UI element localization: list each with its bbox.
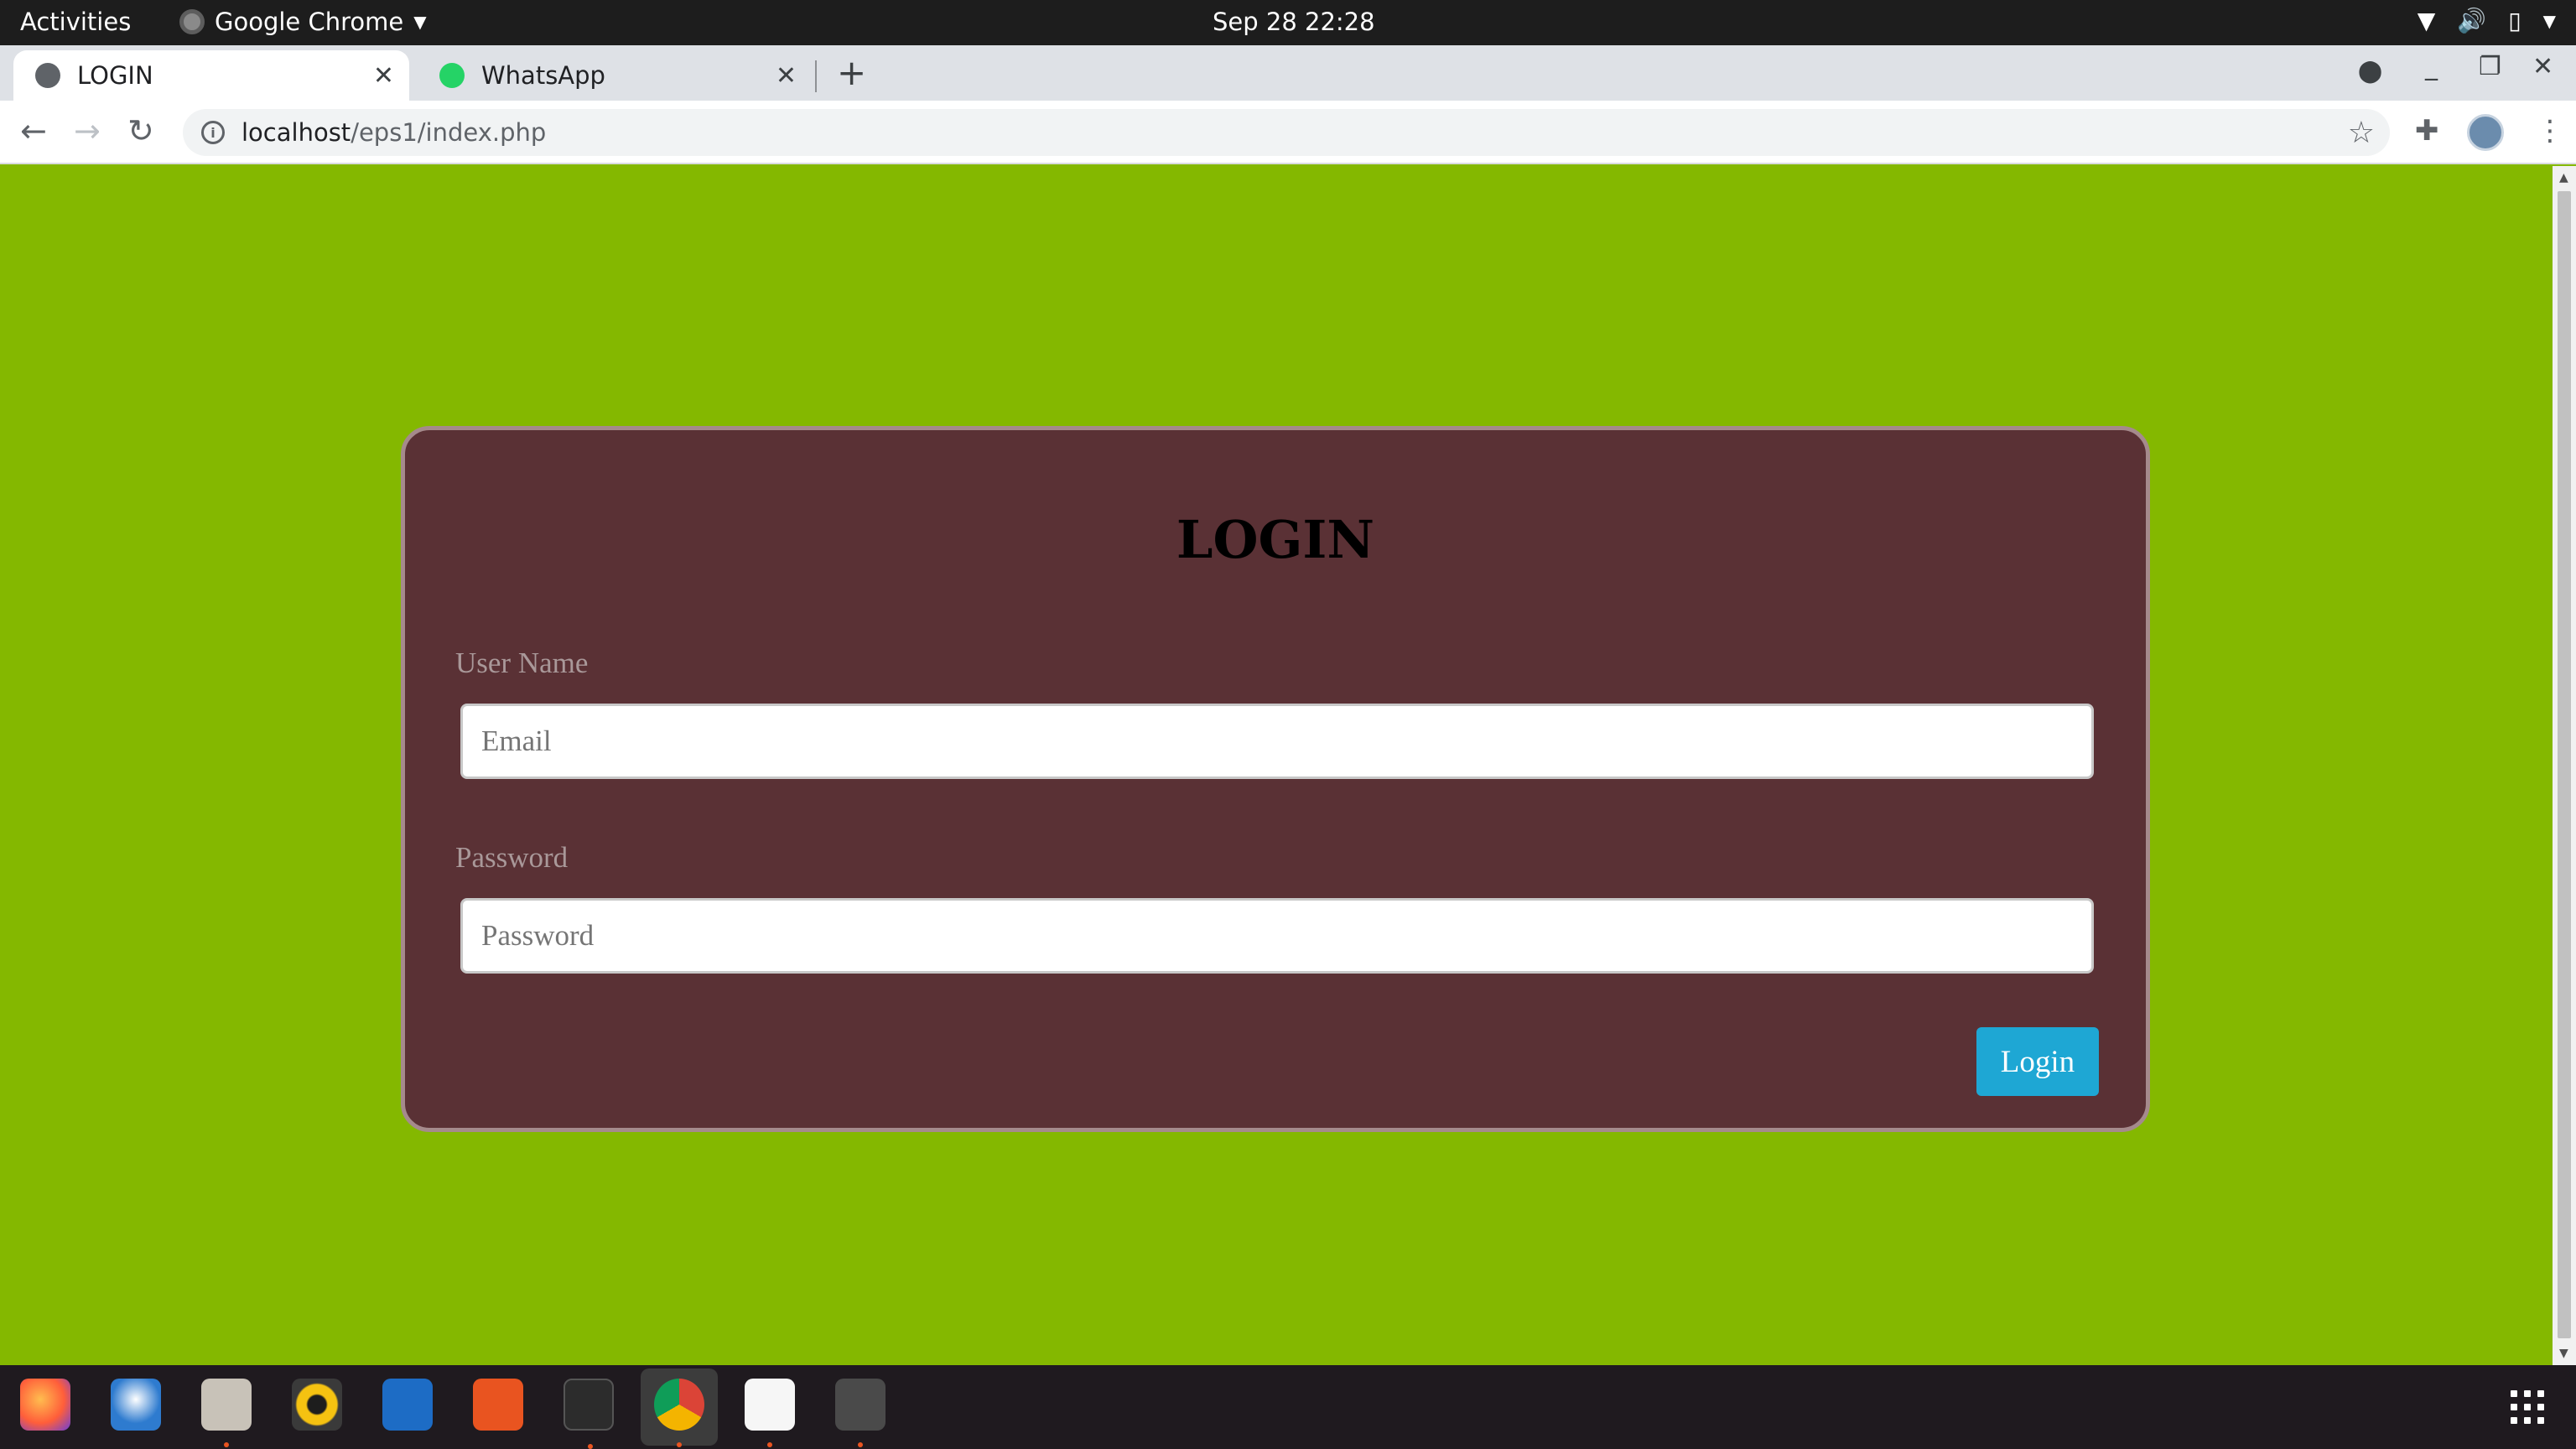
chrome-app-icon — [179, 9, 205, 34]
tab-title: LOGIN — [77, 61, 153, 90]
terminal-icon[interactable] — [564, 1379, 614, 1449]
writer-icon[interactable] — [382, 1379, 433, 1431]
username-label: User Name — [455, 647, 589, 679]
address-bar[interactable]: i localhost/eps1/index.php ☆ — [183, 109, 2390, 156]
password-label: Password — [455, 841, 569, 874]
profile-avatar[interactable] — [2467, 114, 2504, 151]
url-host: localhost — [242, 118, 351, 147]
tab-separator — [815, 60, 817, 92]
login-button[interactable]: Login — [1976, 1027, 2099, 1096]
chevron-down-icon: ▼ — [2542, 10, 2556, 31]
forward-icon[interactable]: → — [74, 112, 101, 149]
tab-login[interactable]: LOGIN ✕ — [13, 50, 409, 101]
tab-search-icon[interactable]: ⬤ — [2358, 59, 2382, 84]
email-placeholder: Email — [481, 724, 552, 757]
system-top-bar: Activities Google Chrome ▼ Sep 28 22:28 … — [0, 0, 2576, 45]
chevron-down-icon: ▼ — [413, 12, 427, 32]
software-icon[interactable] — [473, 1379, 523, 1431]
scrollbar-thumb[interactable] — [2558, 191, 2571, 1338]
menu-kebab-icon[interactable]: ⋮ — [2536, 114, 2564, 148]
scroll-up-icon[interactable]: ▲ — [2559, 171, 2568, 184]
password-field[interactable]: Password — [460, 898, 2094, 974]
firefox-icon[interactable] — [20, 1379, 70, 1431]
page-viewport: LOGIN User Name Email Password Password … — [0, 166, 2553, 1365]
browser-toolbar: ← → ↻ i localhost/eps1/index.php ☆ ✚ ⋮ — [0, 101, 2576, 164]
reload-icon[interactable]: ↻ — [127, 112, 154, 149]
volume-icon: 🔊 — [2457, 7, 2487, 34]
back-icon[interactable]: ← — [20, 112, 47, 149]
email-field[interactable]: Email — [460, 704, 2094, 779]
app-menu[interactable]: Google Chrome ▼ — [179, 8, 427, 36]
system-tray[interactable]: ▼ 🔊 ▯ ▼ — [2418, 7, 2556, 34]
globe-icon — [35, 63, 60, 88]
login-card: LOGIN User Name Email Password Password … — [401, 426, 2150, 1132]
rhythmbox-icon[interactable] — [292, 1379, 342, 1431]
page-scrollbar[interactable]: ▲ ▼ — [2553, 166, 2576, 1365]
chrome-icon[interactable] — [654, 1379, 704, 1447]
extensions-icon[interactable]: ✚ — [2415, 114, 2439, 148]
app-menu-label: Google Chrome — [215, 8, 404, 36]
whatsapp-icon — [439, 63, 465, 88]
thunderbird-icon[interactable] — [111, 1379, 161, 1431]
tab-strip: LOGIN ✕ WhatsApp ✕ + ⬤ _ ❐ ✕ — [0, 45, 2576, 101]
sublime-icon[interactable] — [835, 1379, 886, 1447]
text-editor-icon[interactable] — [745, 1379, 795, 1447]
site-info-icon[interactable]: i — [201, 121, 225, 144]
clock[interactable]: Sep 28 22:28 — [1213, 8, 1375, 36]
dock — [0, 1365, 2576, 1449]
close-icon[interactable]: ✕ — [373, 61, 394, 91]
tab-title: WhatsApp — [481, 61, 605, 90]
files-icon[interactable] — [201, 1379, 252, 1447]
wifi-icon: ▼ — [2417, 7, 2436, 34]
show-apps-icon[interactable] — [2511, 1390, 2544, 1424]
page-title: LOGIN — [1176, 509, 1375, 570]
url-path: /eps1/index.php — [351, 118, 547, 147]
scroll-down-icon[interactable]: ▼ — [2559, 1347, 2568, 1360]
bookmark-star-icon[interactable]: ☆ — [2348, 116, 2375, 150]
restore-icon[interactable]: ❐ — [2479, 52, 2501, 81]
battery-icon: ▯ — [2508, 7, 2521, 34]
new-tab-button[interactable]: + — [837, 52, 866, 93]
minimize-icon[interactable]: _ — [2425, 52, 2438, 81]
close-window-icon[interactable]: ✕ — [2532, 52, 2553, 81]
password-placeholder: Password — [481, 919, 595, 952]
close-icon[interactable]: ✕ — [776, 61, 797, 91]
activities-button[interactable]: Activities — [20, 8, 131, 36]
tab-whatsapp[interactable]: WhatsApp ✕ — [418, 50, 812, 101]
